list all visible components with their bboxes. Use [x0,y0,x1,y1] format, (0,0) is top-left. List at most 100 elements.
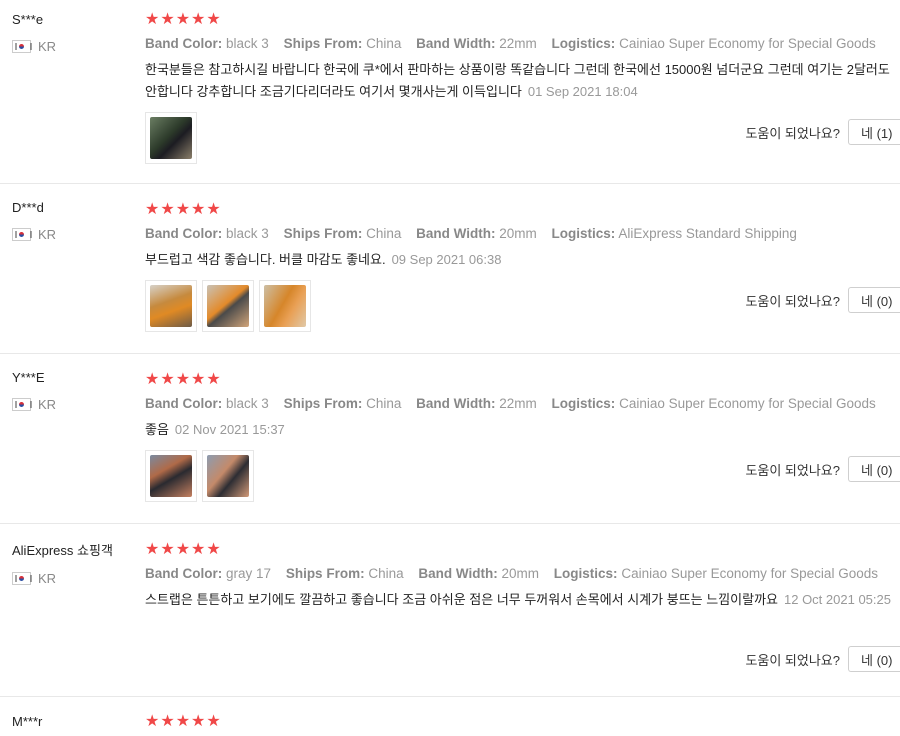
star-icon: ★ [175,711,191,730]
helpful-label: 도움이 되었나요? [745,652,840,668]
helpful-section: 도움이 되었나요? 네 (1) [745,119,900,145]
star-icon: ★ [145,9,160,28]
review-body: ★ ★ ★ ★ ★ Band Color: black 3 Ships From: Ch… [145,371,900,502]
attr-key-band-width: Band Width: [416,226,496,241]
reviewer-country: KR [12,227,137,242]
attr-value-band-width: 22mm [499,36,537,51]
star-icon: ★ [145,199,160,218]
star-icon: ★ [206,711,221,730]
review-photo-image [150,117,192,159]
review-attributes: Band Color: black 3 Ships From: China Ba… [145,36,900,51]
reviewer-info: M***r [12,714,137,729]
attr-value-logistics: Cainiao Super Economy for Special Goods [619,36,876,51]
helpful-label: 도움이 되었나요? [745,462,840,478]
reviewer-name: S***e [12,12,44,27]
attr-key-band-color: Band Color: [145,226,223,241]
star-rating: ★ ★ ★ ★ ★ [145,541,900,557]
helpful-yes-button[interactable]: 네 (0) [848,646,900,672]
country-code: KR [38,227,57,242]
review-photo-image [150,455,192,497]
review-item: Y***E KR ★ ★ ★ ★ ★ Band Color: black 3 Ships… [0,354,900,524]
attr-value-logistics: Cainiao Super Economy for Special Goods [619,396,876,411]
attr-value-band-width: 22mm [499,396,537,411]
review-photo-image [264,285,306,327]
attr-key-ships-from: Ships From: [283,36,363,51]
reviewer-info: S***e KR [12,12,137,54]
star-rating: ★ ★ ★ ★ ★ [145,11,900,27]
country-code: KR [38,39,57,54]
attr-value-band-color: black 3 [226,396,269,411]
star-icon: ★ [191,539,206,558]
helpful-section: 도움이 되었나요? 네 (0) [745,646,900,672]
reviewer-name: Y***E [12,370,45,385]
review-photo-thumbnail[interactable] [259,280,311,332]
review-photo-thumbnail[interactable] [145,450,197,502]
star-icon: ★ [191,369,206,388]
review-photo-image [207,285,249,327]
review-body: ★ ★ ★ ★ ★ [145,713,900,729]
attr-key-band-color: Band Color: [145,396,223,411]
review-item: S***e KR ★ ★ ★ ★ ★ Band Color: black 3 Ships… [0,0,900,184]
review-content: 부드럽고 색감 좋습니다. 버클 마감도 좋네요. [145,252,386,267]
helpful-yes-button[interactable]: 네 (1) [848,119,900,145]
helpful-section: 도움이 되었나요? 네 (0) [745,287,900,313]
review-content: 좋음 [145,422,169,437]
star-icon: ★ [191,711,206,730]
review-date: 09 Sep 2021 06:38 [391,252,502,267]
star-icon: ★ [206,369,221,388]
review-photo-image [150,285,192,327]
attr-key-ships-from: Ships From: [283,226,363,241]
attr-key-logistics: Logistics: [551,36,616,51]
attr-value-band-color: gray 17 [226,566,272,581]
attr-value-logistics: AliExpress Standard Shipping [618,226,797,241]
attr-key-logistics: Logistics: [551,226,616,241]
attr-value-logistics: Cainiao Super Economy for Special Goods [621,566,878,581]
helpful-yes-button[interactable]: 네 (0) [848,287,900,313]
star-icon: ★ [175,199,191,218]
attr-value-ships-from: China [366,36,402,51]
review-text: 좋음 02 Nov 2021 15:37 [145,419,895,441]
review-date: 02 Nov 2021 15:37 [174,422,285,437]
reviewer-name: D***d [12,200,44,215]
star-icon: ★ [175,539,191,558]
review-photo-thumbnail[interactable] [202,280,254,332]
attr-value-ships-from: China [366,396,402,411]
attr-value-band-width: 20mm [501,566,540,581]
attr-value-band-color: black 3 [226,36,269,51]
attr-key-band-color: Band Color: [145,36,223,51]
review-photo-image [207,455,249,497]
review-photo-thumbnail[interactable] [202,450,254,502]
attr-key-ships-from: Ships From: [285,566,365,581]
korea-flag-icon [12,398,32,411]
review-body: ★ ★ ★ ★ ★ Band Color: gray 17 Ships From: Ch… [145,541,900,611]
review-photo-thumbnail[interactable] [145,112,197,164]
attr-key-band-width: Band Width: [416,36,496,51]
review-attributes: Band Color: black 3 Ships From: China Ba… [145,226,900,241]
attr-key-ships-from: Ships From: [283,396,363,411]
star-icon: ★ [145,539,160,558]
helpful-yes-button[interactable]: 네 (0) [848,456,900,482]
attr-value-ships-from: China [366,226,402,241]
attr-key-logistics: Logistics: [553,566,618,581]
review-content: 스트랩은 튼튼하고 보기에도 깔끔하고 좋습니다 조금 아쉬운 점은 너무 두꺼… [145,592,778,607]
attr-value-band-width: 20mm [499,226,537,241]
star-icon: ★ [145,369,160,388]
star-icon: ★ [160,369,175,388]
attr-key-logistics: Logistics: [551,396,616,411]
star-icon: ★ [160,199,175,218]
star-icon: ★ [175,369,191,388]
review-photo-thumbnail[interactable] [145,280,197,332]
review-text: 스트랩은 튼튼하고 보기에도 깔끔하고 좋습니다 조금 아쉬운 점은 너무 두꺼… [145,589,895,611]
star-icon: ★ [206,199,221,218]
helpful-label: 도움이 되었나요? [745,293,840,309]
review-item: AliExpress 쇼핑객 KR ★ ★ ★ ★ ★ Band Color: gray… [0,524,900,697]
star-icon: ★ [191,9,206,28]
attr-key-band-width: Band Width: [418,566,498,581]
reviewer-info: AliExpress 쇼핑객 KR [12,540,137,586]
helpful-label: 도움이 되었나요? [745,125,840,141]
review-item: D***d KR ★ ★ ★ ★ ★ Band Color: black 3 Ships… [0,184,900,354]
star-icon: ★ [175,9,191,28]
star-icon: ★ [160,9,175,28]
reviewer-country: KR [12,571,137,586]
korea-flag-icon [12,572,32,585]
